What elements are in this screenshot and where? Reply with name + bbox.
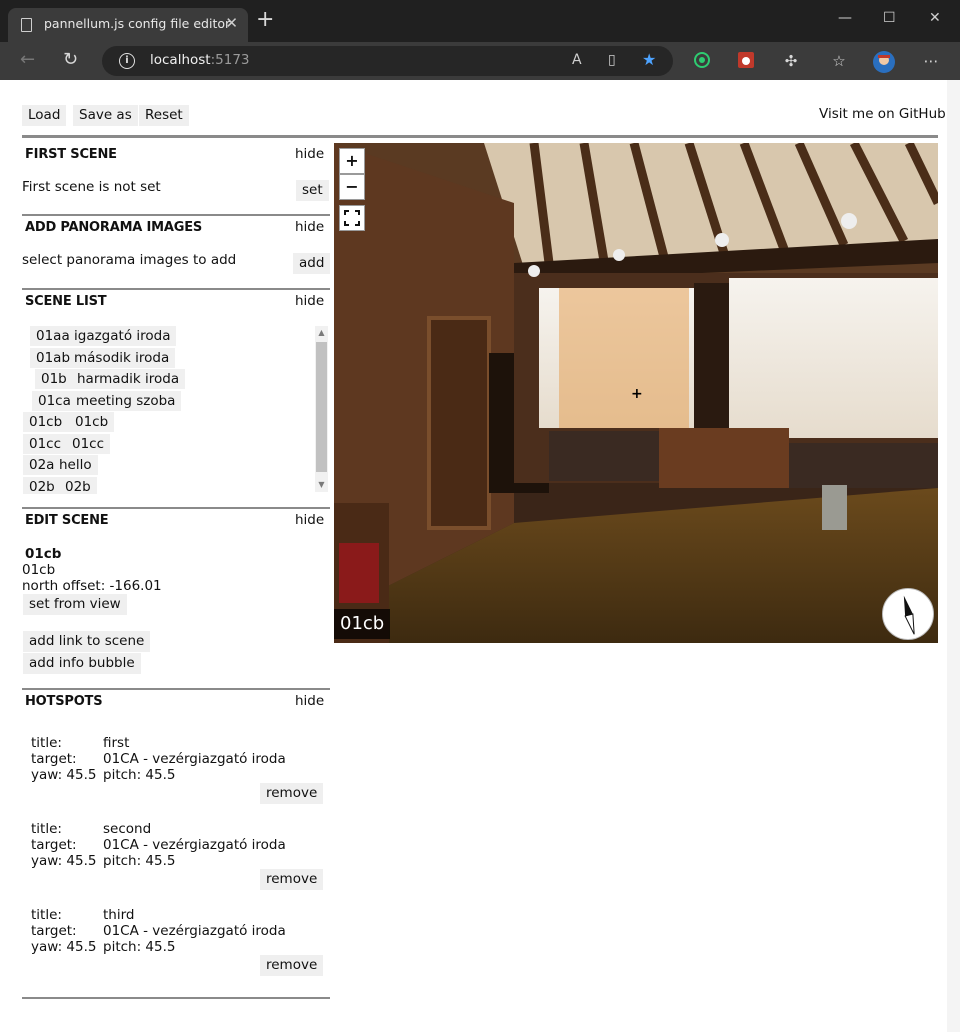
hotspot-target: 01CA - vezérgiazgató iroda bbox=[103, 837, 286, 853]
hotspot-target: 01CA - vezérgiazgató iroda bbox=[103, 923, 286, 939]
reset-button[interactable]: Reset bbox=[139, 105, 189, 126]
browser-toolbar: ← ↻ i localhost:5173 A ▯ ★ ✣ ☆ ⋯ bbox=[0, 42, 960, 80]
address-bar[interactable]: i localhost:5173 A ▯ ★ bbox=[102, 46, 673, 76]
panorama-viewer[interactable]: + + − 01cb bbox=[334, 143, 938, 643]
hotspot-pitch: pitch: 45.5 bbox=[103, 853, 176, 869]
close-tab-icon[interactable]: ✕ bbox=[225, 14, 238, 32]
hotspot-yaw: yaw: 45.5 bbox=[31, 853, 97, 869]
first-scene-title: FIRST SCENE bbox=[25, 147, 117, 162]
save-as-button[interactable]: Save as bbox=[73, 105, 138, 126]
divider bbox=[22, 288, 330, 290]
add-images-hide-button[interactable]: hide bbox=[295, 219, 324, 235]
read-aloud-icon[interactable]: A bbox=[572, 52, 582, 68]
zoom-out-button[interactable]: − bbox=[339, 174, 365, 200]
divider bbox=[22, 214, 330, 216]
back-icon[interactable]: ← bbox=[20, 50, 35, 70]
crosshair-icon: + bbox=[631, 386, 643, 402]
scene-list-item[interactable]: 02b 02b bbox=[23, 477, 97, 494]
hotspot-target: 01CA - vezérgiazgató iroda bbox=[103, 751, 286, 767]
edit-scene-name: 01cb bbox=[22, 562, 56, 578]
new-tab-icon[interactable]: + bbox=[256, 9, 274, 31]
profile-avatar[interactable] bbox=[873, 51, 895, 73]
add-images-button[interactable]: add bbox=[293, 253, 331, 274]
hotspot-title-label: title: bbox=[31, 821, 62, 837]
set-from-view-button[interactable]: set from view bbox=[23, 594, 127, 615]
first-scene-hide-button[interactable]: hide bbox=[295, 146, 324, 162]
hotspots-title: HOTSPOTS bbox=[25, 694, 103, 709]
info-icon[interactable]: i bbox=[119, 53, 135, 69]
scroll-up-icon[interactable]: ▲ bbox=[317, 328, 326, 337]
reader-mode-icon[interactable]: ▯ bbox=[608, 52, 616, 68]
edit-scene-title: EDIT SCENE bbox=[25, 513, 109, 528]
edit-scene-hide-button[interactable]: hide bbox=[295, 512, 324, 528]
github-link[interactable]: Visit me on GitHub bbox=[819, 106, 946, 122]
scene-list-item[interactable]: 01b harmadik iroda bbox=[35, 369, 186, 389]
compass-icon bbox=[882, 588, 934, 640]
first-scene-status: First scene is not set bbox=[22, 179, 161, 195]
hotspot-yaw: yaw: 45.5 bbox=[31, 767, 97, 783]
more-menu-icon[interactable]: ⋯ bbox=[921, 51, 941, 71]
tab-title: pannellum.js config file editor bbox=[44, 16, 231, 31]
scrollbar-thumb[interactable] bbox=[316, 342, 327, 472]
scene-list-title: SCENE LIST bbox=[25, 294, 107, 309]
browser-tab[interactable]: pannellum.js config file editor ✕ bbox=[8, 8, 248, 42]
hotspot-title-label: title: bbox=[31, 735, 62, 751]
north-offset: north offset: -166.01 bbox=[22, 578, 162, 594]
scroll-down-icon[interactable]: ▼ bbox=[317, 480, 326, 489]
hotspot-pitch: pitch: 45.5 bbox=[103, 767, 176, 783]
close-window-icon[interactable]: ✕ bbox=[929, 10, 941, 26]
hotspot-title-label: title: bbox=[31, 907, 62, 923]
maximize-icon[interactable]: ☐ bbox=[883, 10, 896, 26]
divider bbox=[22, 507, 330, 509]
divider bbox=[22, 688, 330, 690]
extensions-puzzle-icon[interactable]: ✣ bbox=[781, 51, 801, 71]
extension-ring-icon[interactable] bbox=[692, 51, 712, 71]
page-content: Load Save as Reset Visit me on GitHub FI… bbox=[0, 80, 947, 1032]
scene-list-item[interactable]: 01ab második iroda bbox=[30, 348, 176, 368]
extension-red-icon[interactable] bbox=[736, 51, 756, 71]
favorites-icon[interactable]: ☆ bbox=[829, 51, 849, 71]
hotspot-title: first bbox=[103, 735, 130, 751]
hotspot-yaw: yaw: 45.5 bbox=[31, 939, 97, 955]
remove-hotspot-button[interactable]: remove bbox=[260, 955, 324, 976]
hotspot-pitch: pitch: 45.5 bbox=[103, 939, 176, 955]
scene-name-label: 01cb bbox=[334, 609, 391, 639]
add-images-prompt: select panorama images to add bbox=[22, 252, 237, 268]
scene-list-item[interactable]: 01aa igazgató iroda bbox=[30, 326, 177, 346]
hotspot-target-label: target: bbox=[31, 923, 77, 939]
zoom-in-button[interactable]: + bbox=[339, 148, 365, 174]
add-images-title: ADD PANORAMA IMAGES bbox=[25, 220, 203, 235]
add-info-bubble-button[interactable]: add info bubble bbox=[23, 653, 141, 674]
top-divider bbox=[22, 135, 938, 138]
scene-list-item[interactable]: 02a hello bbox=[23, 455, 98, 475]
browser-titlebar: pannellum.js config file editor ✕ + — ☐ … bbox=[0, 0, 960, 42]
scene-list[interactable]: 01aa igazgató iroda 01ab második iroda 01b… bbox=[22, 322, 330, 494]
hotspot-target-label: target: bbox=[31, 751, 77, 767]
document-icon bbox=[21, 18, 32, 32]
url-text: localhost:5173 bbox=[150, 52, 250, 68]
hotspot-target-label: target: bbox=[31, 837, 77, 853]
divider bbox=[22, 997, 330, 999]
scene-list-item[interactable]: 01ca meeting szoba bbox=[32, 391, 182, 411]
scene-list-scrollbar[interactable]: ▲ ▼ bbox=[315, 326, 328, 492]
set-first-scene-button[interactable]: set bbox=[296, 180, 329, 201]
add-link-button[interactable]: add link to scene bbox=[23, 631, 151, 652]
scene-list-item[interactable]: 01cc 01cc bbox=[23, 434, 111, 454]
favorite-star-icon[interactable]: ★ bbox=[642, 50, 656, 69]
remove-hotspot-button[interactable]: remove bbox=[260, 869, 324, 890]
hotspot-title: second bbox=[103, 821, 152, 837]
edit-scene-id: 01cb bbox=[25, 546, 62, 562]
remove-hotspot-button[interactable]: remove bbox=[260, 783, 324, 804]
refresh-icon[interactable]: ↻ bbox=[63, 50, 78, 70]
scene-list-hide-button[interactable]: hide bbox=[295, 293, 324, 309]
hotspot-title: third bbox=[103, 907, 135, 923]
fullscreen-icon[interactable] bbox=[339, 205, 365, 231]
load-button[interactable]: Load bbox=[22, 105, 67, 126]
minimize-icon[interactable]: — bbox=[838, 10, 852, 26]
page-scrollbar[interactable] bbox=[947, 80, 960, 1032]
scene-list-item[interactable]: 01cb 01cb bbox=[23, 412, 115, 432]
hotspots-hide-button[interactable]: hide bbox=[295, 693, 324, 709]
